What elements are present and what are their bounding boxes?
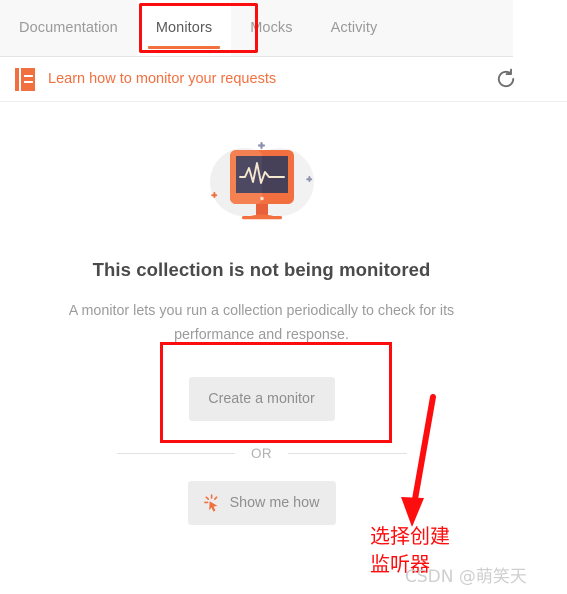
annotation-note: 选择创建 监听器: [370, 522, 450, 578]
show-me-how-label: Show me how: [229, 495, 320, 511]
watermark: CSDN @萌笑天: [405, 567, 527, 587]
learn-banner: Learn how to monitor your requests: [0, 57, 567, 102]
or-divider: OR: [116, 446, 407, 461]
book-icon: [15, 67, 35, 91]
annotation-note-line1: 选择创建: [370, 524, 450, 548]
book-body: [21, 67, 35, 91]
tab-label: Monitors: [155, 20, 213, 36]
empty-state-description: A monitor lets you run a collection peri…: [68, 303, 455, 343]
book-line-2: [24, 80, 33, 83]
tab-mocks[interactable]: Mocks: [231, 0, 311, 56]
tab-activity[interactable]: Activity: [312, 0, 397, 56]
annotation-note-line2: 监听器: [370, 552, 430, 576]
page-title: This collection is not being monitored: [92, 259, 431, 280]
book-line-1: [24, 74, 33, 77]
tab-label: Activity: [330, 20, 378, 36]
tab-label: Mocks: [250, 20, 293, 36]
divider-line-right: [288, 453, 407, 454]
book-spine: [15, 67, 19, 91]
monitors-tab-panel: Documentation Monitors Mocks Activity Le…: [0, 0, 567, 594]
divider-line-left: [116, 453, 235, 454]
monitor-heartbeat-illustration: [200, 130, 324, 235]
learn-how-link[interactable]: Learn how to monitor your requests: [48, 71, 276, 87]
click-cursor-icon: [203, 493, 221, 513]
tab-documentation[interactable]: Documentation: [0, 0, 137, 56]
collection-tab-bar: Documentation Monitors Mocks Activity: [0, 0, 513, 57]
active-tab-underline: [147, 46, 221, 49]
monitor-empty-state: This collection is not being monitored A…: [0, 102, 523, 525]
tab-label: Documentation: [19, 20, 118, 36]
refresh-icon[interactable]: [495, 68, 517, 90]
create-monitor-button[interactable]: Create a monitor: [188, 377, 335, 421]
create-monitor-wrap: Create a monitor: [188, 377, 335, 421]
divider-label: OR: [250, 446, 273, 461]
tab-monitors[interactable]: Monitors: [136, 0, 232, 56]
show-me-how-button[interactable]: Show me how: [187, 481, 336, 525]
